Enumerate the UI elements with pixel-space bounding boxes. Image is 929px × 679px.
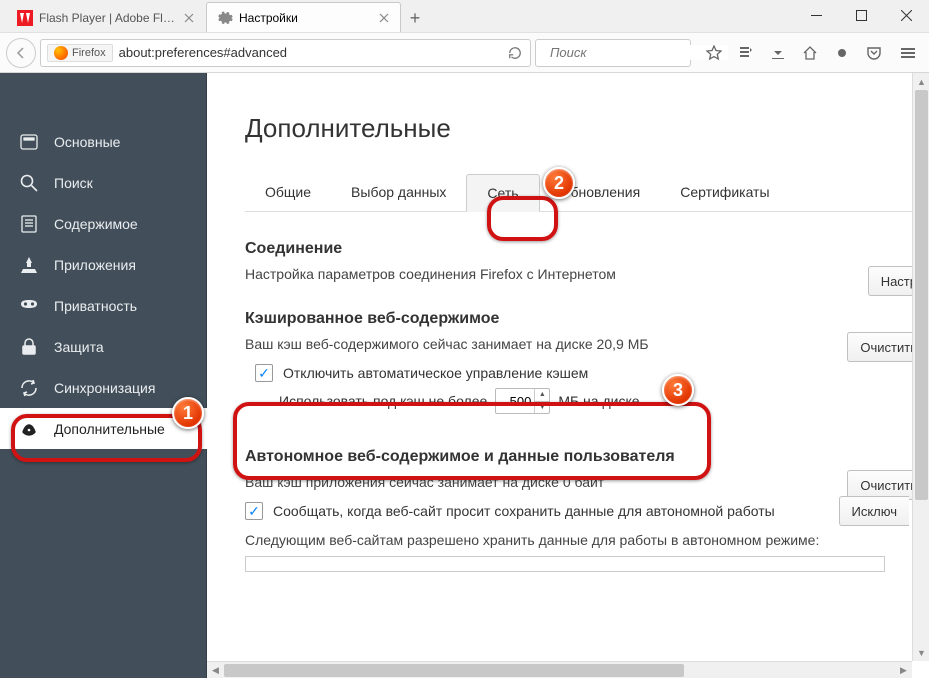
section-desc: Ваш кэш приложения сейчас занимает на ди… [245,474,909,490]
close-icon[interactable] [181,10,197,26]
bookmark-star-icon[interactable] [699,39,729,67]
browser-tab-strip: Flash Player | Adobe Flash ... Настройки… [0,0,929,33]
section-title: Автономное веб-содержимое и данные польз… [245,448,909,466]
sidebar-item-label: Защита [54,339,104,355]
sidebar-item-label: Дополнительные [54,421,165,437]
applications-icon [18,254,40,276]
cache-limit-prefix: Использовать под кэш не более [279,393,487,409]
offline-sites-desc: Следующим веб-сайтам разрешено хранить д… [245,532,909,548]
tab-label: Настройки [239,11,372,25]
section-connection: Соединение Настройка параметров соединен… [245,240,929,282]
section-desc: Настройка параметров соединения Firefox … [245,266,909,282]
firefox-icon [54,46,68,60]
sidebar-item-content[interactable]: Содержимое [0,203,207,244]
url-text[interactable]: about:preferences#advanced [119,45,502,60]
cache-settings: ✓ Отключить автоматическое управление кэ… [245,358,909,414]
tab-flash-player[interactable]: Flash Player | Adobe Flash ... [6,2,206,32]
horizontal-scrollbar[interactable]: ◀ ▶ [207,661,912,678]
new-tab-button[interactable]: + [401,4,429,32]
search-bar[interactable] [535,39,691,67]
notify-offline-label: Сообщать, когда веб-сайт просит сохранит… [273,503,775,519]
section-offline: Автономное веб-содержимое и данные польз… [245,448,929,572]
preferences-sidebar: Основные Поиск Содержимое Приложения При… [0,73,207,678]
gear-icon [217,10,233,26]
sidebar-item-general[interactable]: Основные [0,121,207,162]
identity-box[interactable]: Firefox [47,44,113,62]
advanced-icon [18,418,40,440]
vertical-scrollbar[interactable]: ▲ ▼ [912,73,929,661]
url-bar[interactable]: Firefox about:preferences#advanced [40,39,531,67]
minimize-button[interactable] [794,0,839,30]
home-icon[interactable] [795,39,825,67]
sidebar-item-label: Основные [54,134,120,150]
bookmarks-list-icon[interactable] [731,39,761,67]
sidebar-item-applications[interactable]: Приложения [0,244,207,285]
tab-data-choices[interactable]: Выбор данных [331,174,466,211]
back-button[interactable] [6,38,36,68]
lock-icon [18,336,40,358]
sidebar-item-advanced[interactable]: Дополнительные [0,408,207,449]
close-button[interactable] [884,0,929,30]
toolbar-actions [695,39,889,67]
preferences-content: Дополнительные Общие Выбор данных Сеть О… [207,73,929,678]
tab-updates[interactable]: Обновления [540,174,661,211]
reload-button[interactable] [502,40,528,66]
adobe-icon [17,10,33,26]
stepper-up-icon[interactable]: ▲ [535,389,549,402]
sidebar-item-sync[interactable]: Синхронизация [0,367,207,408]
pocket-icon[interactable] [859,39,889,67]
tab-network[interactable]: Сеть [466,174,539,212]
window-controls [794,0,929,30]
sidebar-item-label: Содержимое [54,216,138,232]
section-title: Соединение [245,240,909,258]
section-desc: Ваш кэш веб-содержимого сейчас занимает … [245,336,909,352]
offline-sites-listbox[interactable] [245,556,885,572]
tab-label: Flash Player | Adobe Flash ... [39,11,177,25]
exceptions-button[interactable]: Исключ [839,496,910,526]
disable-cache-checkbox[interactable]: ✓ [255,364,273,382]
cache-limit-suffix: МБ на диске [558,393,639,409]
maximize-button[interactable] [839,0,884,30]
tab-settings[interactable]: Настройки [206,2,401,32]
page-title: Дополнительные [245,113,929,144]
privacy-icon [18,295,40,317]
sync-icon [18,377,40,399]
sidebar-item-label: Приложения [54,257,136,273]
scrollbar-thumb[interactable] [915,90,928,500]
cache-limit-value[interactable] [496,394,534,409]
tab-certificates[interactable]: Сертификаты [660,174,789,211]
sidebar-item-label: Поиск [54,175,93,191]
section-title: Кэшированное веб-содержимое [245,310,909,328]
tab-general[interactable]: Общие [245,174,331,211]
hamburger-menu-button[interactable] [893,39,923,67]
sidebar-item-label: Приватность [54,298,137,314]
sidebar-item-privacy[interactable]: Приватность [0,285,207,326]
search-icon [18,172,40,194]
addons-icon[interactable] [827,39,857,67]
identity-label: Firefox [72,47,106,59]
cache-limit-input[interactable]: ▲ ▼ [495,388,550,414]
advanced-tabs: Общие Выбор данных Сеть Обновления Серти… [245,174,929,212]
downloads-icon[interactable] [763,39,793,67]
content-icon [18,213,40,235]
navigation-toolbar: Firefox about:preferences#advanced [0,33,929,73]
section-cache: Кэшированное веб-содержимое Ваш кэш веб-… [245,310,929,414]
general-icon [18,131,40,153]
sidebar-item-label: Синхронизация [54,380,155,396]
sidebar-item-search[interactable]: Поиск [0,162,207,203]
stepper-down-icon[interactable]: ▼ [535,402,549,414]
disable-cache-label: Отключить автоматическое управление кэше… [283,365,588,381]
notify-offline-checkbox[interactable]: ✓ [245,502,263,520]
scrollbar-thumb[interactable] [224,664,684,677]
sidebar-item-security[interactable]: Защита [0,326,207,367]
close-icon[interactable] [376,10,392,26]
